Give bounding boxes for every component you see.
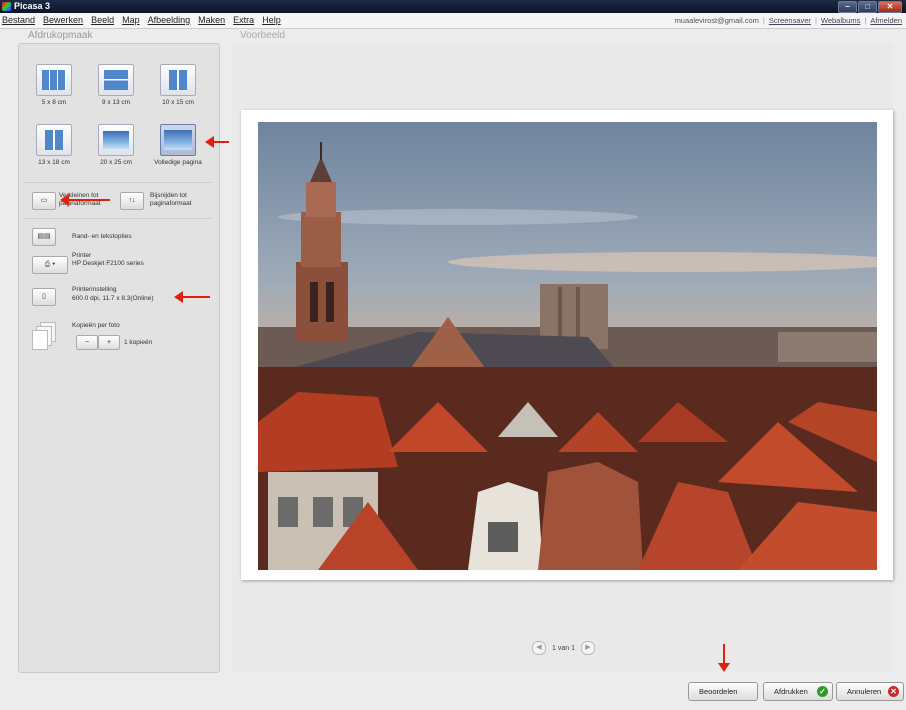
menu-bar: Bestand Bewerken Beeld Map Afbeelding Ma…: [0, 13, 906, 29]
sign-out-link[interactable]: Afmelden: [870, 16, 902, 25]
window-controls: – □ ✕: [838, 1, 902, 13]
link-separator: |: [762, 16, 765, 25]
menu-extra[interactable]: Extra: [233, 15, 254, 25]
copies-stack-icon: [32, 322, 58, 350]
account-email: muaalevirost@gmail.com: [674, 16, 759, 25]
menu-maken[interactable]: Maken: [198, 15, 225, 25]
border-text-options-button[interactable]: ▤▤: [32, 228, 56, 246]
size-option-5x8[interactable]: 5 x 8 cm: [24, 64, 84, 106]
webalbums-link[interactable]: Webalbums: [821, 16, 860, 25]
rooftops-photo: [258, 122, 877, 570]
screensaver-link[interactable]: Screensaver: [769, 16, 811, 25]
review-button[interactable]: Beoordelen: [688, 682, 758, 701]
printer-settings-label: Printerinstelling: [72, 286, 117, 293]
link-separator: |: [864, 16, 867, 25]
annotation-arrow: [60, 194, 110, 206]
panel-divider: [24, 182, 212, 183]
size-10x15-icon: [160, 64, 196, 96]
size-label: 13 x 18 cm: [38, 159, 70, 166]
size-option-10x15[interactable]: 10 x 15 cm: [148, 64, 208, 106]
copies-decrease-button[interactable]: −: [76, 335, 98, 350]
size-9x13-icon: [98, 64, 134, 96]
crop-to-page-button[interactable]: ↑↓: [120, 192, 144, 210]
size-option-full-page[interactable]: Volledige pagina: [148, 124, 208, 166]
prev-page-button[interactable]: ◀: [532, 641, 546, 655]
minimize-button[interactable]: –: [838, 1, 857, 13]
annotation-arrow: [205, 136, 229, 148]
crop-to-page-label: Bijsnijden tot paginaformaat: [150, 192, 192, 207]
fit-page-icon: ▭: [40, 197, 48, 204]
size-option-13x18[interactable]: 13 x 18 cm: [24, 124, 84, 166]
size-13x18-icon: [36, 124, 72, 156]
size-label: Volledige pagina: [154, 159, 202, 166]
panel-divider: [24, 218, 212, 219]
copies-value: 1 kopieën: [124, 339, 153, 346]
printer-icon: ⎙ ▾: [44, 261, 56, 268]
size-5x8-icon: [36, 64, 72, 96]
panel-title: Afdrukopmaak: [28, 30, 93, 41]
preview-title: Voorbeeld: [240, 30, 286, 41]
printer-settings-value: 600.0 dpi, 11.7 x 8.3(Online): [72, 295, 154, 302]
title-bar: Picasa 3 – □ ✕: [0, 0, 906, 13]
fit-to-page-button[interactable]: ▭: [32, 192, 56, 210]
size-full-page-icon: [160, 124, 196, 156]
next-page-button[interactable]: ▶: [580, 641, 595, 655]
review-label: Beoordelen: [699, 687, 738, 696]
print-label: Afdrukken: [774, 687, 808, 696]
picasa-logo-icon: [2, 2, 11, 11]
size-option-20x25[interactable]: 20 x 25 cm: [86, 124, 146, 166]
size-label: 9 x 13 cm: [101, 99, 131, 106]
link-separator: |: [814, 16, 817, 25]
border-text-label: Rand- en tekstopties: [72, 233, 132, 240]
crop-page-icon: ↑↓: [128, 197, 136, 204]
annotation-arrow: [174, 291, 210, 303]
cancel-x-icon: ✕: [888, 686, 899, 697]
window-title: Picasa 3: [14, 1, 51, 11]
maximize-button[interactable]: □: [858, 1, 877, 13]
close-button[interactable]: ✕: [878, 1, 902, 13]
menu-bestand[interactable]: Bestand: [2, 15, 35, 25]
size-option-9x13[interactable]: 9 x 13 cm: [86, 64, 146, 106]
menu-beeld[interactable]: Beeld: [91, 15, 114, 25]
size-20x25-icon: [98, 124, 134, 156]
cancel-button[interactable]: Annuleren ✕: [836, 682, 904, 701]
copies-label: Kopieën per foto: [72, 322, 120, 329]
menu-map[interactable]: Map: [122, 15, 140, 25]
menu-afbeelding[interactable]: Afbeelding: [148, 15, 191, 25]
size-label: 5 x 8 cm: [41, 99, 67, 106]
printer-settings-button[interactable]: ▯: [32, 288, 56, 306]
menu-help[interactable]: Help: [262, 15, 281, 25]
border-text-icon: ▤▤: [37, 233, 51, 240]
printer-label: Printer: [72, 252, 92, 259]
page-indicator: 1 van 1: [552, 644, 575, 652]
size-label: 20 x 25 cm: [100, 159, 132, 166]
cancel-label: Annuleren: [847, 687, 882, 696]
document-icon: ▯: [42, 293, 46, 300]
size-label: 10 x 15 cm: [162, 99, 194, 106]
account-links: muaalevirost@gmail.com | Screensaver | W…: [675, 16, 902, 25]
printer-name: HP Deskjet F2100 series: [72, 260, 144, 267]
page-navigator: ◀ 1 van 1 ▶: [532, 641, 595, 655]
menu-bewerken[interactable]: Bewerken: [43, 15, 83, 25]
photo-preview[interactable]: [258, 122, 877, 570]
checkmark-icon: ✓: [817, 686, 828, 697]
annotation-arrow: [718, 644, 730, 672]
print-button[interactable]: Afdrukken ✓: [763, 682, 833, 701]
menu-items: Bestand Bewerken Beeld Map Afbeelding Ma…: [2, 15, 281, 25]
copies-increase-button[interactable]: +: [98, 335, 120, 350]
printer-select-button[interactable]: ⎙ ▾: [32, 256, 68, 274]
